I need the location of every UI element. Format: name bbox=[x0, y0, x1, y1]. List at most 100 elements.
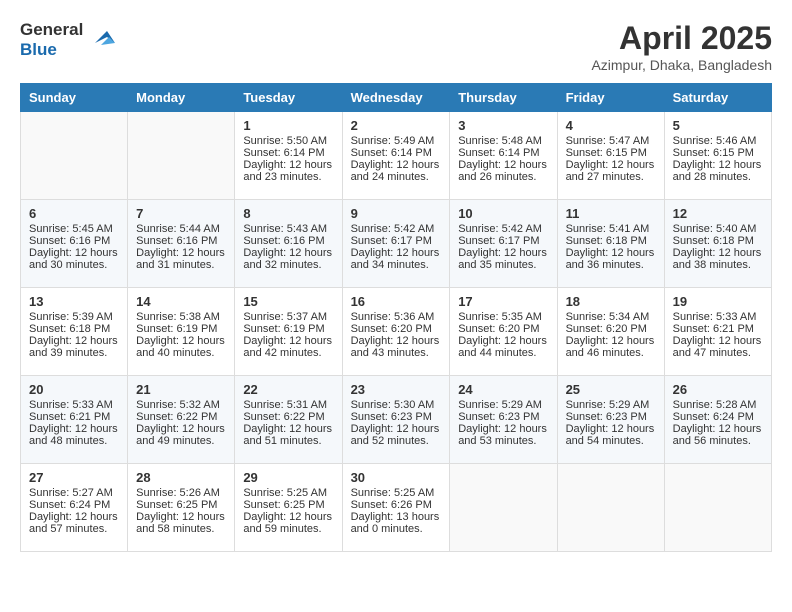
calendar-week-row: 20Sunrise: 5:33 AMSunset: 6:21 PMDayligh… bbox=[21, 376, 772, 464]
day-number: 22 bbox=[243, 382, 333, 397]
calendar-cell: 12Sunrise: 5:40 AMSunset: 6:18 PMDayligh… bbox=[664, 200, 771, 288]
calendar-cell: 10Sunrise: 5:42 AMSunset: 6:17 PMDayligh… bbox=[450, 200, 557, 288]
sunrise-text: Sunrise: 5:36 AM bbox=[351, 311, 442, 323]
calendar-week-row: 6Sunrise: 5:45 AMSunset: 6:16 PMDaylight… bbox=[21, 200, 772, 288]
calendar-cell bbox=[450, 464, 557, 552]
day-number: 7 bbox=[136, 206, 226, 221]
weekday-header: Tuesday bbox=[235, 84, 342, 112]
weekday-header: Sunday bbox=[21, 84, 128, 112]
daylight-text: Daylight: 12 hours and 31 minutes. bbox=[136, 247, 226, 271]
day-number: 3 bbox=[458, 118, 548, 133]
daylight-text: Daylight: 12 hours and 40 minutes. bbox=[136, 335, 226, 359]
daylight-text: Daylight: 12 hours and 49 minutes. bbox=[136, 423, 226, 447]
daylight-text: Daylight: 12 hours and 53 minutes. bbox=[458, 423, 548, 447]
sunrise-text: Sunrise: 5:26 AM bbox=[136, 487, 226, 499]
calendar-cell: 13Sunrise: 5:39 AMSunset: 6:18 PMDayligh… bbox=[21, 288, 128, 376]
daylight-text: Daylight: 12 hours and 48 minutes. bbox=[29, 423, 119, 447]
sunset-text: Sunset: 6:25 PM bbox=[243, 499, 333, 511]
sunrise-text: Sunrise: 5:33 AM bbox=[29, 399, 119, 411]
daylight-text: Daylight: 12 hours and 28 minutes. bbox=[673, 159, 763, 183]
sunset-text: Sunset: 6:25 PM bbox=[136, 499, 226, 511]
sunrise-text: Sunrise: 5:47 AM bbox=[566, 135, 656, 147]
sunset-text: Sunset: 6:24 PM bbox=[29, 499, 119, 511]
day-number: 12 bbox=[673, 206, 763, 221]
daylight-text: Daylight: 12 hours and 58 minutes. bbox=[136, 511, 226, 535]
page-header: General Blue April 2025 Azimpur, Dhaka, … bbox=[20, 20, 772, 73]
sunset-text: Sunset: 6:24 PM bbox=[673, 411, 763, 423]
sunset-text: Sunset: 6:16 PM bbox=[136, 235, 226, 247]
sunset-text: Sunset: 6:17 PM bbox=[351, 235, 442, 247]
title-area: April 2025 Azimpur, Dhaka, Bangladesh bbox=[591, 20, 772, 73]
daylight-text: Daylight: 12 hours and 56 minutes. bbox=[673, 423, 763, 447]
daylight-text: Daylight: 12 hours and 47 minutes. bbox=[673, 335, 763, 359]
calendar-cell bbox=[21, 112, 128, 200]
day-number: 11 bbox=[566, 206, 656, 221]
day-number: 21 bbox=[136, 382, 226, 397]
sunset-text: Sunset: 6:22 PM bbox=[136, 411, 226, 423]
calendar-cell: 15Sunrise: 5:37 AMSunset: 6:19 PMDayligh… bbox=[235, 288, 342, 376]
day-number: 18 bbox=[566, 294, 656, 309]
daylight-text: Daylight: 12 hours and 34 minutes. bbox=[351, 247, 442, 271]
calendar-cell: 17Sunrise: 5:35 AMSunset: 6:20 PMDayligh… bbox=[450, 288, 557, 376]
sunset-text: Sunset: 6:20 PM bbox=[458, 323, 548, 335]
sunset-text: Sunset: 6:23 PM bbox=[351, 411, 442, 423]
daylight-text: Daylight: 12 hours and 39 minutes. bbox=[29, 335, 119, 359]
sunset-text: Sunset: 6:16 PM bbox=[243, 235, 333, 247]
calendar-cell: 7Sunrise: 5:44 AMSunset: 6:16 PMDaylight… bbox=[128, 200, 235, 288]
location: Azimpur, Dhaka, Bangladesh bbox=[591, 57, 772, 73]
sunset-text: Sunset: 6:18 PM bbox=[673, 235, 763, 247]
logo: General Blue bbox=[20, 20, 115, 59]
calendar-cell: 19Sunrise: 5:33 AMSunset: 6:21 PMDayligh… bbox=[664, 288, 771, 376]
calendar-cell: 8Sunrise: 5:43 AMSunset: 6:16 PMDaylight… bbox=[235, 200, 342, 288]
calendar-cell: 6Sunrise: 5:45 AMSunset: 6:16 PMDaylight… bbox=[21, 200, 128, 288]
sunset-text: Sunset: 6:20 PM bbox=[566, 323, 656, 335]
daylight-text: Daylight: 12 hours and 57 minutes. bbox=[29, 511, 119, 535]
daylight-text: Daylight: 12 hours and 23 minutes. bbox=[243, 159, 333, 183]
logo-general: General bbox=[20, 20, 83, 40]
day-number: 25 bbox=[566, 382, 656, 397]
sunrise-text: Sunrise: 5:38 AM bbox=[136, 311, 226, 323]
calendar-cell: 21 Sunrise: 5:32 AMSunset: 6:22 PMDayligh… bbox=[128, 376, 235, 464]
weekday-header: Thursday bbox=[450, 84, 557, 112]
calendar-cell: 29Sunrise: 5:25 AMSunset: 6:25 PMDayligh… bbox=[235, 464, 342, 552]
day-number: 2 bbox=[351, 118, 442, 133]
sunset-text: Sunset: 6:20 PM bbox=[351, 323, 442, 335]
calendar-cell: 14Sunrise: 5:38 AMSunset: 6:19 PMDayligh… bbox=[128, 288, 235, 376]
day-number: 5 bbox=[673, 118, 763, 133]
calendar-cell: 23Sunrise: 5:30 AMSunset: 6:23 PMDayligh… bbox=[342, 376, 450, 464]
sunrise-text: Sunrise: 5:34 AM bbox=[566, 311, 656, 323]
day-number: 20 bbox=[29, 382, 119, 397]
sunrise-text: Sunrise: 5:42 AM bbox=[458, 223, 548, 235]
sunrise-text: Sunrise: 5:41 AM bbox=[566, 223, 656, 235]
calendar-cell: 16Sunrise: 5:36 AMSunset: 6:20 PMDayligh… bbox=[342, 288, 450, 376]
weekday-header: Wednesday bbox=[342, 84, 450, 112]
calendar-cell bbox=[128, 112, 235, 200]
sunset-text: Sunset: 6:18 PM bbox=[566, 235, 656, 247]
sunrise-text: Sunrise: 5:27 AM bbox=[29, 487, 119, 499]
calendar-cell: 18Sunrise: 5:34 AMSunset: 6:20 PMDayligh… bbox=[557, 288, 664, 376]
sunrise-text: Sunrise: 5:49 AM bbox=[351, 135, 442, 147]
daylight-text: Daylight: 12 hours and 32 minutes. bbox=[243, 247, 333, 271]
calendar-cell: 4Sunrise: 5:47 AMSunset: 6:15 PMDaylight… bbox=[557, 112, 664, 200]
sunrise-text: Sunrise: 5:33 AM bbox=[673, 311, 763, 323]
sunset-text: Sunset: 6:14 PM bbox=[351, 147, 442, 159]
day-number: 1 bbox=[243, 118, 333, 133]
daylight-text: Daylight: 13 hours and 0 minutes. bbox=[351, 511, 442, 535]
day-number: 17 bbox=[458, 294, 548, 309]
daylight-text: Daylight: 12 hours and 36 minutes. bbox=[566, 247, 656, 271]
sunset-text: Sunset: 6:15 PM bbox=[566, 147, 656, 159]
daylight-text: Daylight: 12 hours and 59 minutes. bbox=[243, 511, 333, 535]
sunrise-text: Sunrise: 5:46 AM bbox=[673, 135, 763, 147]
sunset-text: Sunset: 6:26 PM bbox=[351, 499, 442, 511]
sunset-text: Sunset: 6:23 PM bbox=[566, 411, 656, 423]
sunrise-text: Sunrise: 5:50 AM bbox=[243, 135, 333, 147]
calendar-cell: 25Sunrise: 5:29 AMSunset: 6:23 PMDayligh… bbox=[557, 376, 664, 464]
daylight-text: Daylight: 12 hours and 26 minutes. bbox=[458, 159, 548, 183]
calendar-cell: 24Sunrise: 5:29 AMSunset: 6:23 PMDayligh… bbox=[450, 376, 557, 464]
day-number: 27 bbox=[29, 470, 119, 485]
sunrise-text: Sunrise: 5:28 AM bbox=[673, 399, 763, 411]
sunrise-text: Sunrise: 5:32 AM bbox=[136, 399, 226, 411]
calendar-cell: 28Sunrise: 5:26 AMSunset: 6:25 PMDayligh… bbox=[128, 464, 235, 552]
logo-blue: Blue bbox=[20, 40, 83, 60]
calendar-cell: 11 Sunrise: 5:41 AMSunset: 6:18 PMDayligh… bbox=[557, 200, 664, 288]
